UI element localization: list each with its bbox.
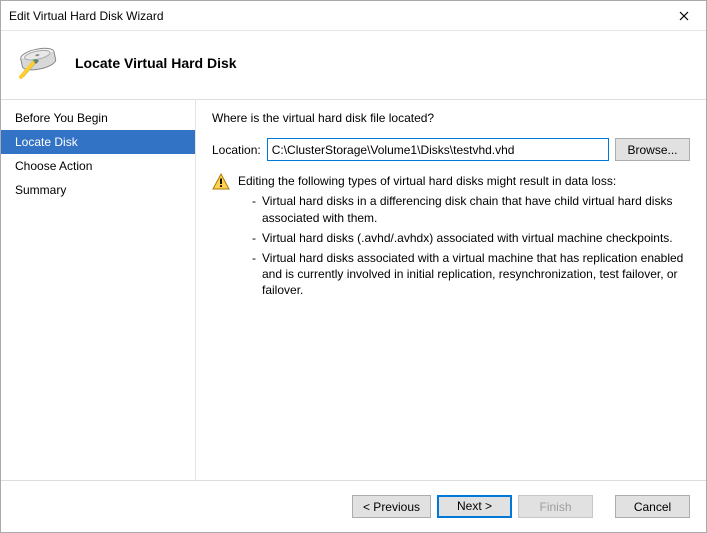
spacer — [599, 495, 609, 518]
close-icon — [679, 11, 689, 21]
window-title: Edit Virtual Hard Disk Wizard — [9, 9, 661, 23]
question-text: Where is the virtual hard disk file loca… — [212, 110, 690, 126]
titlebar: Edit Virtual Hard Disk Wizard — [1, 1, 706, 31]
warning-item: Virtual hard disks (.avhd/.avhdx) associ… — [252, 230, 690, 246]
browse-button[interactable]: Browse... — [615, 138, 690, 161]
sidebar: Before You Begin Locate Disk Choose Acti… — [1, 100, 196, 480]
previous-button[interactable]: < Previous — [352, 495, 431, 518]
location-row: Location: Browse... — [212, 138, 690, 161]
warning-text: Editing the following types of virtual h… — [238, 173, 690, 302]
cancel-button[interactable]: Cancel — [615, 495, 690, 518]
warning-item: Virtual hard disks in a differencing dis… — [252, 193, 690, 225]
wizard-header: Locate Virtual Hard Disk — [1, 31, 706, 100]
wizard-body: Before You Begin Locate Disk Choose Acti… — [1, 100, 706, 480]
warning-icon — [212, 173, 230, 302]
wizard-window: Edit Virtual Hard Disk Wizard Locate Vir… — [0, 0, 707, 533]
step-locate-disk[interactable]: Locate Disk — [1, 130, 195, 154]
wizard-footer: < Previous Next > Finish Cancel — [1, 480, 706, 532]
location-input[interactable] — [267, 138, 609, 161]
close-button[interactable] — [661, 1, 706, 31]
step-summary[interactable]: Summary — [1, 178, 195, 202]
next-button[interactable]: Next > — [437, 495, 512, 518]
warning-item: Virtual hard disks associated with a vir… — [252, 250, 690, 299]
step-choose-action[interactable]: Choose Action — [1, 154, 195, 178]
page-title: Locate Virtual Hard Disk — [75, 55, 237, 71]
hard-disk-icon — [17, 41, 61, 85]
warning-intro: Editing the following types of virtual h… — [238, 173, 690, 189]
warning-block: Editing the following types of virtual h… — [212, 173, 690, 302]
location-label: Location: — [212, 142, 261, 158]
finish-button: Finish — [518, 495, 593, 518]
warning-list: Virtual hard disks in a differencing dis… — [238, 193, 690, 298]
step-before-you-begin[interactable]: Before You Begin — [1, 106, 195, 130]
content-pane: Where is the virtual hard disk file loca… — [196, 100, 706, 480]
